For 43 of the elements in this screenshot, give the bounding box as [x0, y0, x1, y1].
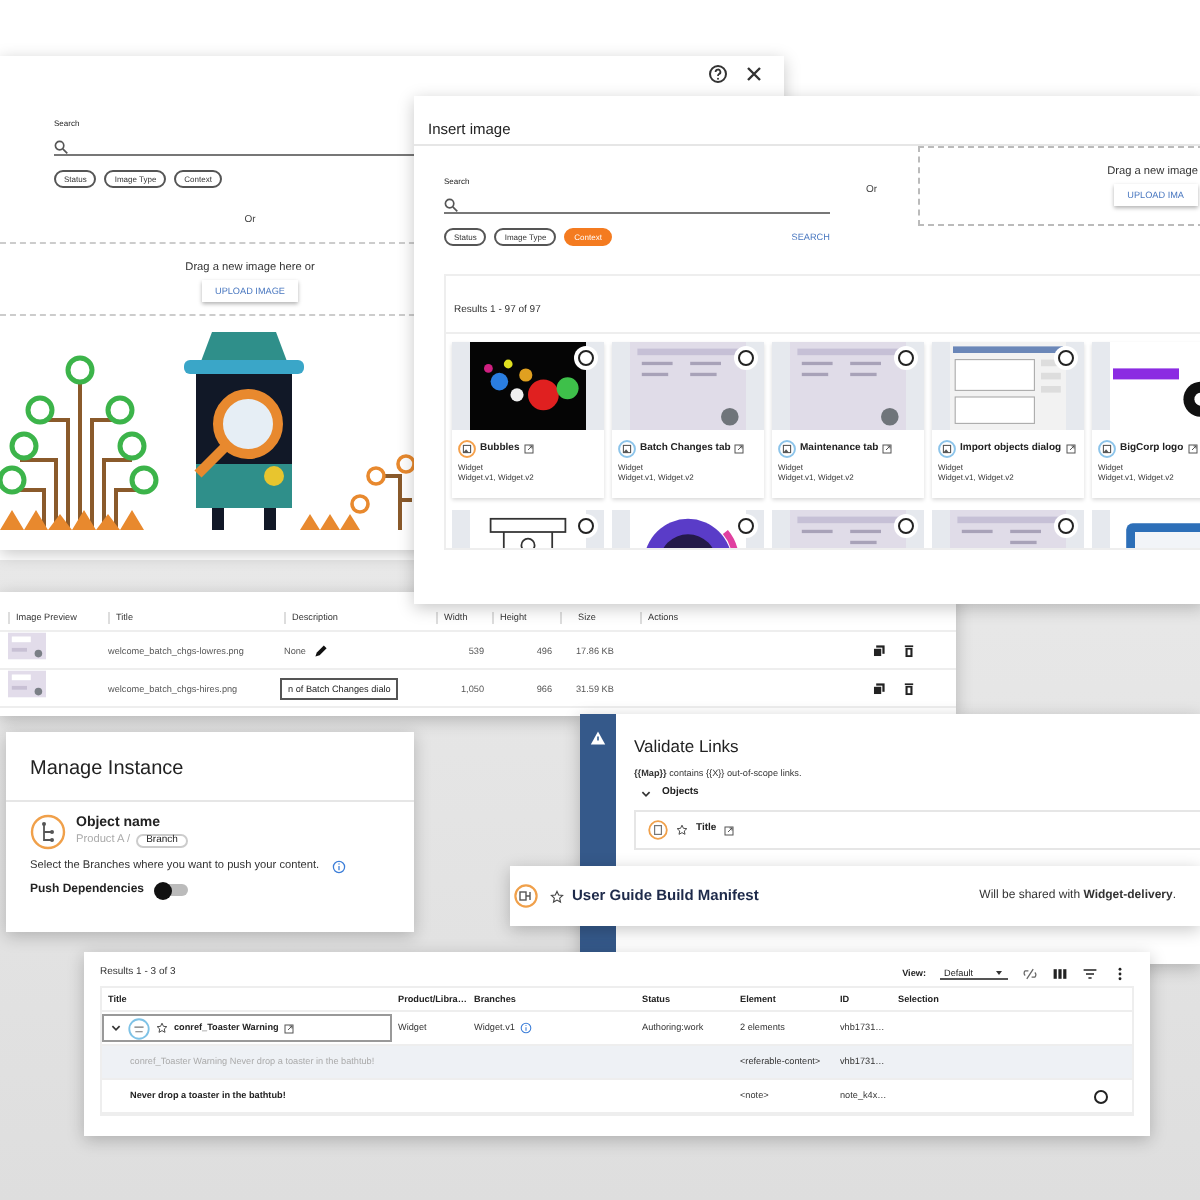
radio-button[interactable] — [578, 350, 594, 366]
dialog-title: Validate Links — [634, 738, 741, 758]
external-link-icon[interactable] — [724, 825, 735, 836]
filter-icon[interactable] — [1082, 966, 1098, 982]
copy-icon[interactable] — [872, 682, 886, 697]
trash-icon[interactable] — [902, 682, 916, 697]
search-icon — [444, 197, 458, 211]
radio-button[interactable] — [1094, 1089, 1108, 1103]
caret-icon — [994, 968, 1004, 978]
star-icon[interactable] — [676, 824, 688, 837]
document-icon — [648, 820, 668, 841]
radio-button[interactable] — [578, 518, 594, 535]
external-link-icon[interactable] — [1187, 444, 1198, 454]
radio-button[interactable] — [898, 518, 914, 535]
radio-button[interactable] — [1058, 350, 1074, 366]
star-icon[interactable] — [550, 889, 564, 903]
trash-icon[interactable] — [902, 644, 916, 659]
radio-button[interactable] — [738, 350, 754, 366]
warning-icon — [590, 730, 606, 746]
close-icon[interactable] — [744, 64, 764, 84]
push-dependencies-toggle[interactable] — [156, 884, 189, 897]
external-link-icon[interactable] — [882, 444, 893, 454]
external-link-icon[interactable] — [1065, 444, 1076, 454]
radio-button[interactable] — [1058, 518, 1074, 535]
dialog-title: Manage Instance — [30, 758, 184, 780]
copy-icon[interactable] — [872, 644, 886, 659]
star-icon[interactable] — [156, 1022, 168, 1034]
search-field[interactable] — [444, 196, 830, 214]
info-icon[interactable] — [331, 860, 346, 874]
columns-icon[interactable] — [1052, 966, 1068, 982]
radio-button[interactable] — [738, 518, 754, 535]
external-link-icon[interactable] — [284, 1023, 295, 1033]
search-icon — [54, 139, 68, 153]
chevron-icon[interactable] — [110, 1022, 122, 1034]
pencil-icon[interactable] — [313, 644, 328, 659]
chevron-icon[interactable] — [640, 788, 652, 801]
help-icon[interactable] — [708, 64, 728, 84]
info-icon[interactable] — [520, 1022, 533, 1034]
radio-button[interactable] — [898, 350, 914, 366]
external-link-icon[interactable] — [523, 444, 534, 454]
branch-icon — [30, 814, 66, 850]
external-link-icon[interactable] — [734, 444, 745, 454]
unlink-icon[interactable] — [1022, 966, 1038, 982]
